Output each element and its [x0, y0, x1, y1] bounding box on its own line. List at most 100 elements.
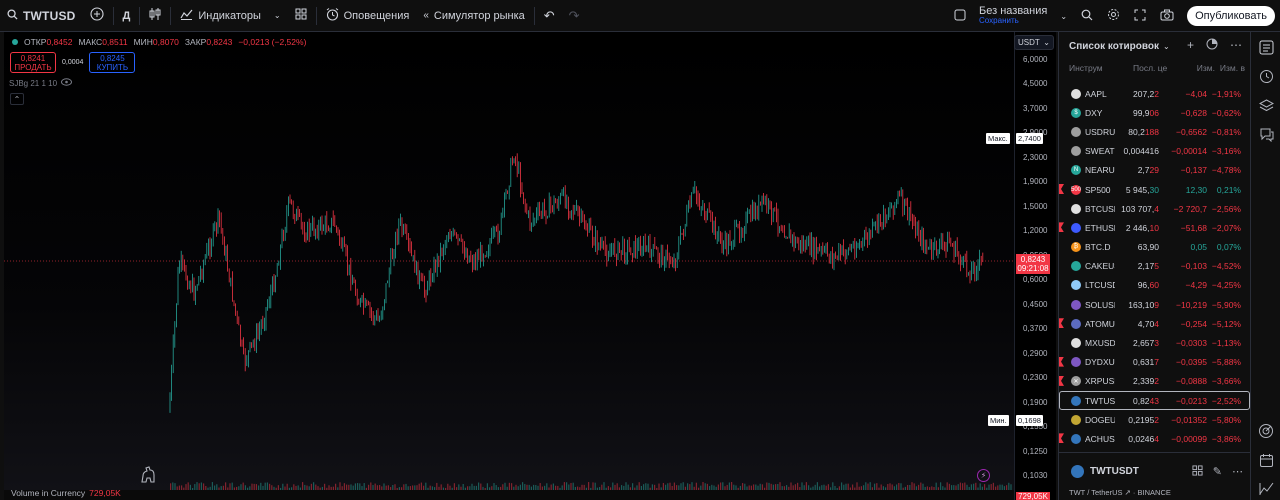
lightning-icon[interactable]: ⚡ — [977, 469, 990, 482]
divider — [170, 6, 172, 25]
watchlist-row[interactable]: ₿ BTC.D 63,90 0,05 0,07% — [1059, 238, 1250, 257]
volume-bar — [887, 484, 889, 490]
interval-button[interactable]: Д — [116, 0, 138, 32]
indicators-button[interactable]: Индикаторы ⌄ — [173, 0, 287, 32]
volume-bar — [968, 486, 970, 490]
watchlist-row[interactable]: AAPL 207,22 −4,04 −1,91% — [1059, 84, 1250, 103]
watchlist-row[interactable]: ✕ XRPUSD2,3392 −0,0888 −3,66% — [1059, 372, 1250, 391]
volume-bar — [240, 484, 242, 490]
flag-icon[interactable] — [1059, 375, 1064, 386]
symbol-search[interactable]: TWTUSD — [0, 0, 83, 32]
watchlist-row[interactable]: USDRUB80,2188−0,6562−0,81% — [1059, 122, 1250, 141]
row-change: −0,254 — [1180, 318, 1207, 329]
currency-select[interactable]: USDT ⌄ — [1014, 35, 1054, 50]
symbol-logo-icon — [1071, 146, 1081, 157]
layout-toggle[interactable] — [947, 0, 973, 32]
watchlist-row[interactable]: ACHUSD0,02464 −0,00099 −3,86% — [1059, 429, 1250, 448]
watchlist-row[interactable]: BTCUSD103 707,4 −2 720,7 −2,56% — [1059, 199, 1250, 218]
volume-bar — [942, 486, 944, 490]
watchlist-row[interactable]: $ DXY 99,906 −0,628 −0,62% — [1059, 103, 1250, 122]
chart-pane[interactable]: ОТКР0,8452 МАКС0,8511 МИН0,8070 ЗАКР0,82… — [4, 32, 1056, 500]
volume-bar — [599, 487, 601, 490]
alerts-tab-button[interactable] — [1258, 68, 1274, 84]
row-change: −0,628 — [1180, 107, 1207, 118]
snapshot-button[interactable] — [1153, 0, 1181, 32]
volume-bar — [720, 482, 722, 490]
object-tree-button[interactable] — [1258, 97, 1274, 113]
last-tail: 06 — [1149, 107, 1159, 118]
column-last[interactable]: Посл. це — [1133, 63, 1171, 73]
flag-icon[interactable] — [1059, 433, 1064, 444]
screener-button[interactable] — [1258, 423, 1274, 439]
collapse-legend-button[interactable]: ⌃ — [10, 93, 24, 105]
layout-menu-button[interactable]: ⌄ — [1053, 0, 1074, 32]
chart-type-button[interactable] — [142, 0, 168, 32]
alerts-button[interactable]: Оповещения — [319, 0, 417, 32]
flag-icon[interactable] — [1059, 183, 1064, 194]
watchlist-title-button[interactable]: Список котировок ⌄ — [1069, 41, 1170, 52]
watchlist-row[interactable]: DYDXUSD0,6317 −0,0395 −5,88% — [1059, 353, 1250, 372]
watchlist-row[interactable]: ATOMUSD4,704 −0,254 −5,12% — [1059, 314, 1250, 333]
compare-button[interactable] — [83, 0, 111, 32]
watchlist-row[interactable]: DOGEUSD0,21952 −0,01352 −5,80% — [1059, 410, 1250, 429]
replay-button[interactable]: « Симулятор рынка — [416, 0, 531, 32]
volume-bar — [869, 482, 871, 490]
sell-button[interactable]: 0,8241 ПРОДАТЬ — [10, 52, 56, 73]
more-icon[interactable]: ⋯ — [1230, 38, 1242, 53]
layout-name[interactable]: Без названия Сохранить — [973, 6, 1053, 26]
watchlist-row[interactable]: CAKEUSD2,175 −0,103 −4,52% — [1059, 257, 1250, 276]
row-change: −2 720,7 — [1173, 203, 1207, 214]
watchlist-row[interactable]: TWTUSDT0,8243−0,0213−2,52% — [1059, 391, 1250, 411]
volume-bar — [856, 482, 858, 490]
buy-button[interactable]: 0,8245 КУПИТЬ — [89, 52, 136, 73]
watchlist-row[interactable]: NNEARUSD2,729−0,137−4,78% — [1059, 161, 1250, 180]
edit-icon[interactable]: ✎ — [1213, 465, 1222, 479]
column-change-pct[interactable]: Изм. в — [1215, 63, 1245, 73]
volume-bar — [183, 487, 185, 490]
dinosaur-logo-icon[interactable] — [140, 466, 160, 484]
watchlist-row[interactable]: 500 SP500 5 945,30 12,30 0,21% — [1059, 180, 1250, 199]
divider — [533, 6, 535, 25]
eye-icon[interactable] — [61, 78, 73, 88]
last-tail: 43 — [1149, 395, 1159, 406]
watchlist-row[interactable]: SOLUSD163,109 −10,219 −5,90% — [1059, 295, 1250, 314]
flag-icon[interactable] — [1059, 318, 1064, 329]
price-chart[interactable] — [4, 32, 1014, 490]
chats-button[interactable] — [1258, 126, 1274, 142]
column-symbol[interactable]: Инструм — [1069, 63, 1133, 73]
volume-bar — [539, 483, 541, 490]
publish-button[interactable]: Опубликовать — [1187, 6, 1275, 26]
calendar-button[interactable] — [1258, 452, 1274, 468]
ideas-button[interactable] — [1258, 480, 1274, 496]
redo-button[interactable]: ↷ — [562, 0, 587, 32]
watchlist-row[interactable]: SWEATUSDT 0,004416 −0,00014 −3,16% — [1059, 142, 1250, 161]
volume-bar — [711, 484, 713, 490]
pie-chart-icon[interactable] — [1206, 38, 1218, 53]
flag-icon[interactable] — [1059, 356, 1064, 367]
more-icon[interactable]: ⋯ — [1232, 465, 1243, 479]
watchlist-row[interactable]: ETHUSD2 446,10−51,68−2,07% — [1059, 218, 1250, 237]
row-symbol: ATOMUSD — [1085, 318, 1115, 329]
flag-icon[interactable] — [1059, 222, 1064, 233]
column-change[interactable]: Изм. — [1171, 63, 1215, 73]
volume-bar — [277, 485, 279, 490]
details-symbol[interactable]: TWTUSDT — [1071, 465, 1139, 478]
add-symbol-icon[interactable]: + — [1187, 38, 1194, 53]
undo-button[interactable]: ↶ — [537, 0, 562, 32]
fullscreen-button[interactable] — [1127, 0, 1153, 32]
volume-bar — [420, 482, 422, 490]
watchlist-row[interactable]: MXUSDT2,6573 −0,0303 −1,13% — [1059, 333, 1250, 352]
watchlist-row[interactable]: LTCUSD96,60−4,29−4,25% — [1059, 276, 1250, 295]
volume-bar — [572, 482, 574, 490]
volume-bar — [819, 486, 821, 490]
row-symbol: SOLUSD — [1085, 299, 1115, 310]
volume-bar — [770, 483, 772, 490]
quick-search-button[interactable] — [1074, 0, 1100, 32]
grid-icon[interactable] — [1192, 465, 1203, 479]
watchlist-tab-button[interactable] — [1258, 39, 1274, 55]
settings-button[interactable] — [1100, 0, 1127, 32]
volume-bar — [625, 482, 627, 490]
volume-bar — [643, 484, 645, 490]
templates-button[interactable] — [288, 0, 314, 32]
study-legend[interactable]: SJBg 21 1 10 — [9, 78, 73, 88]
